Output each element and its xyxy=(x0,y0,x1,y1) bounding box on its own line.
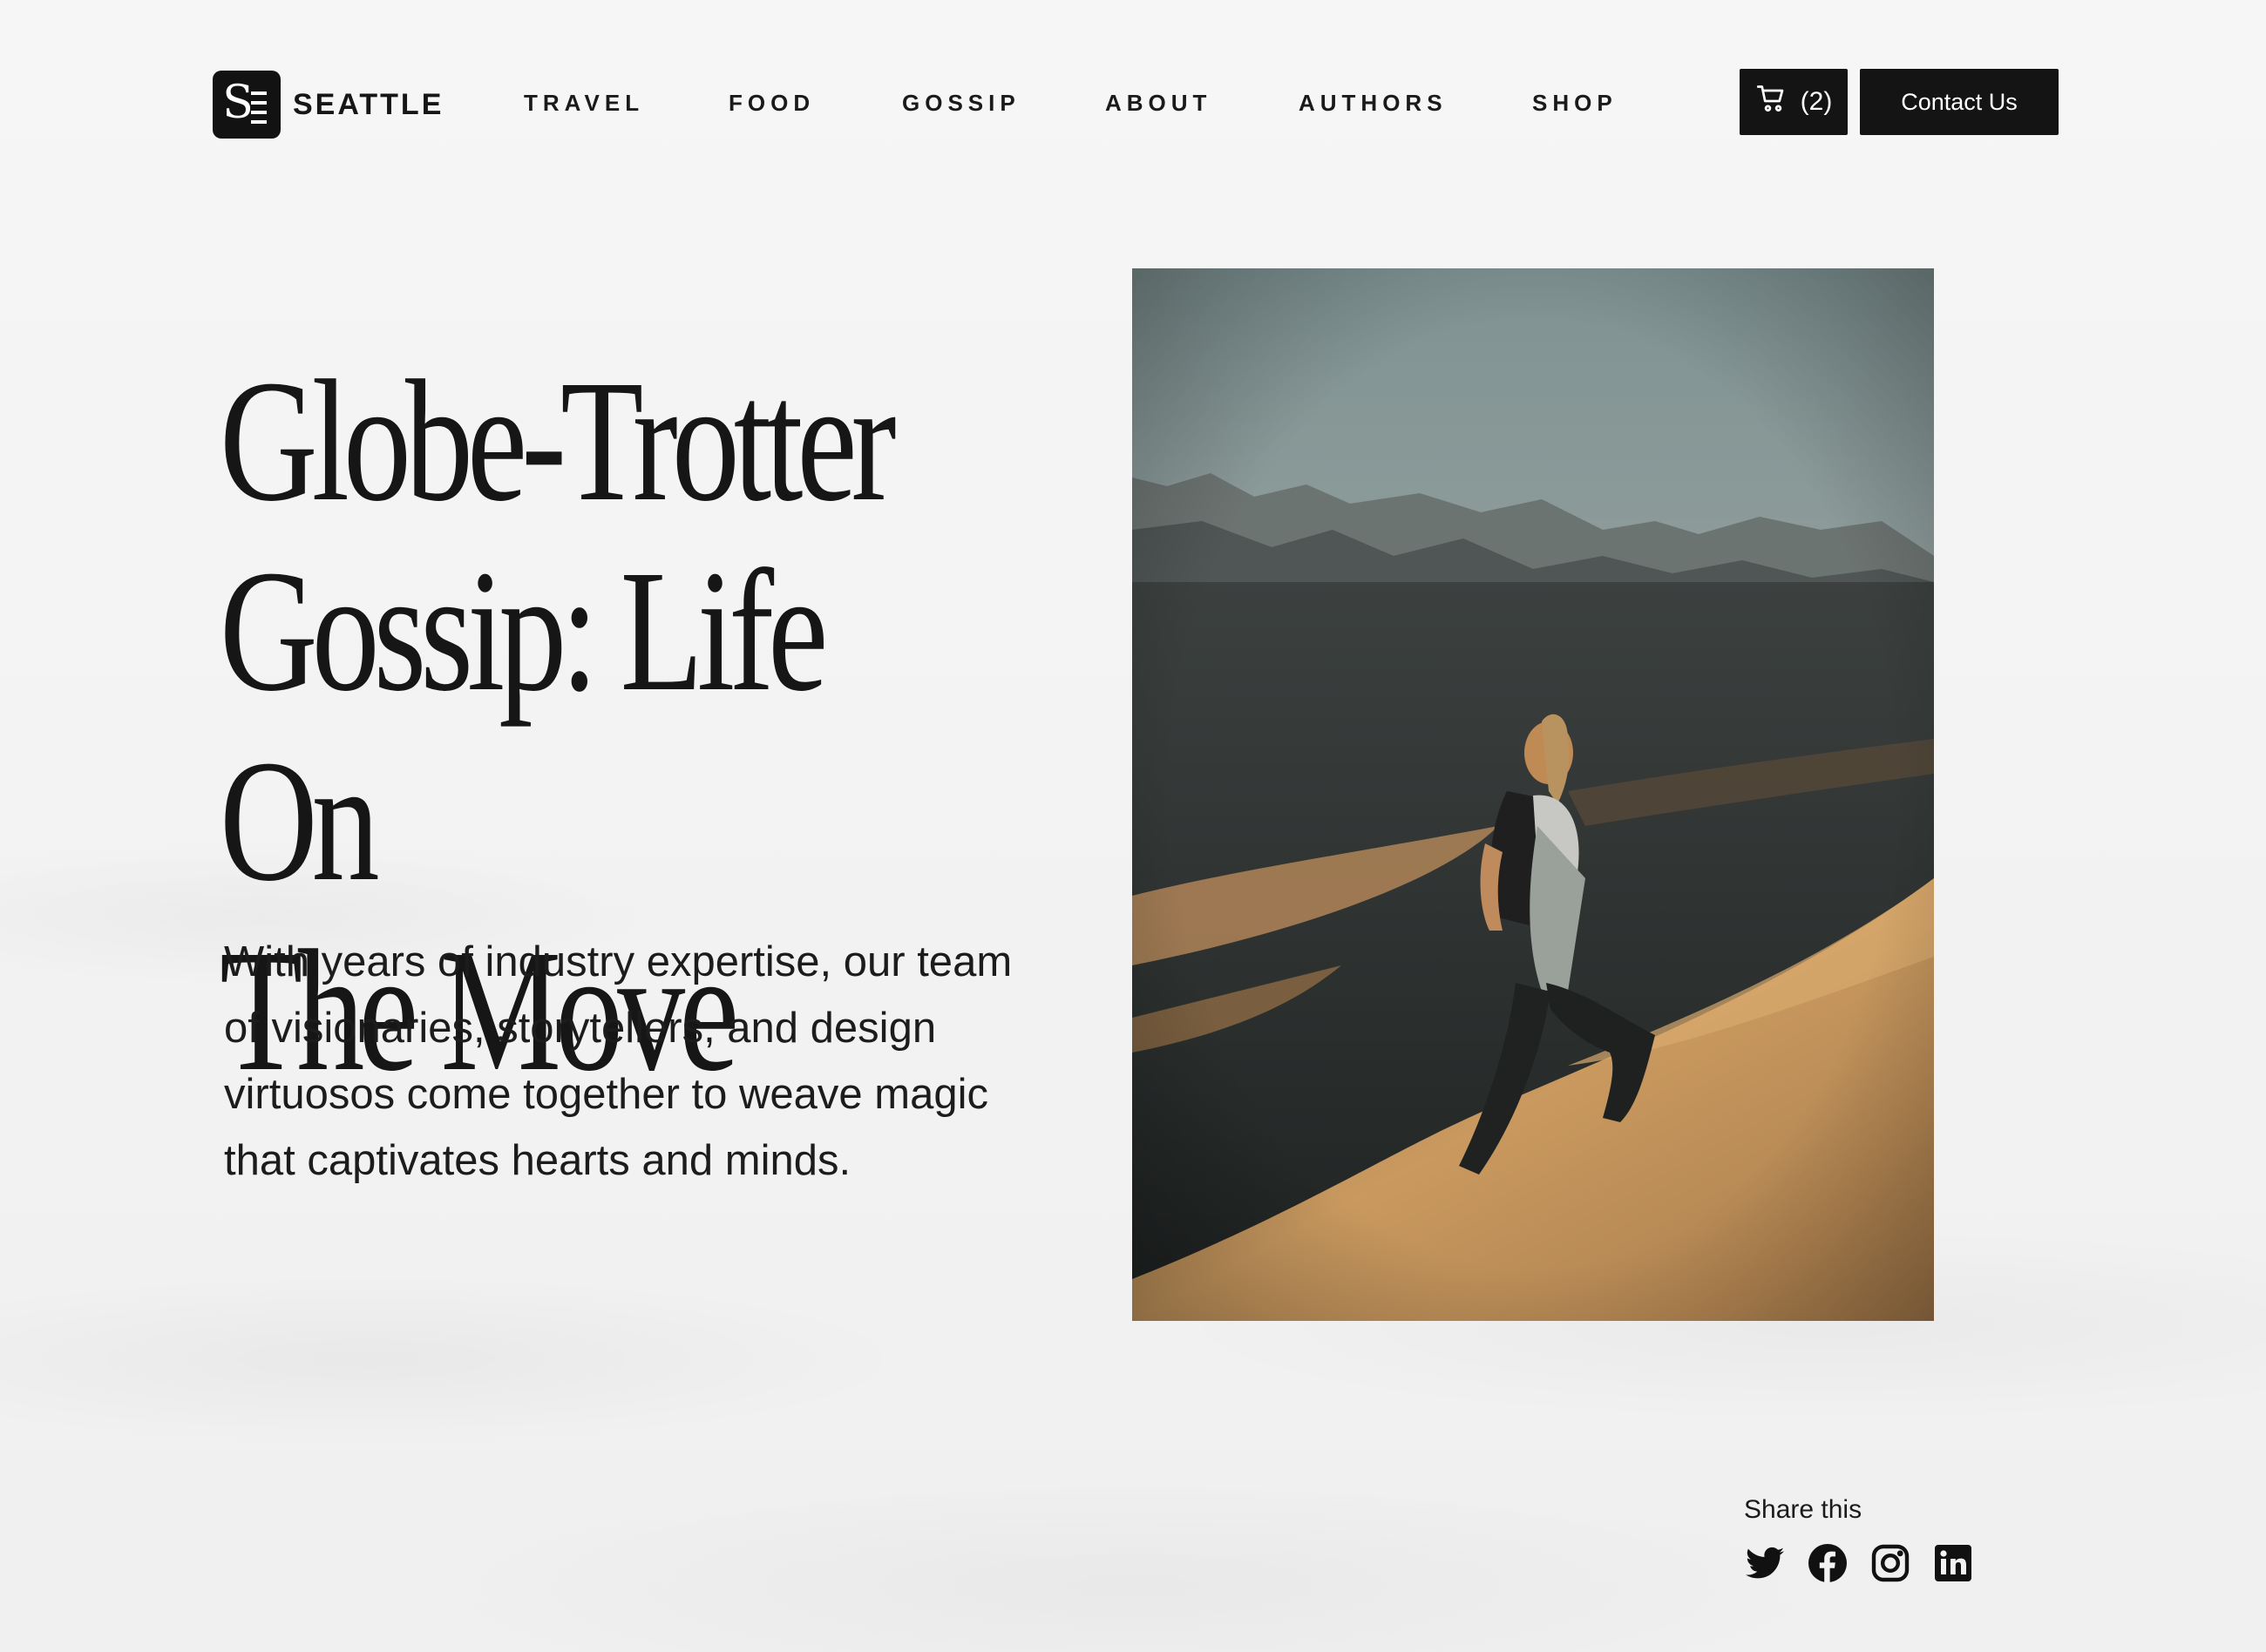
hero-description: With years of industry expertise, our te… xyxy=(224,938,1013,1184)
brand-logo[interactable]: S SEATTLE xyxy=(213,70,444,139)
logo-mark-icon: S xyxy=(213,71,281,139)
nav-item-food[interactable]: FOOD xyxy=(729,90,815,117)
share-label: Share this xyxy=(1744,1495,1862,1524)
share-icons xyxy=(1744,1542,1974,1584)
contact-us-button[interactable]: Contact Us xyxy=(1860,69,2059,135)
nav-item-shop[interactable]: SHOP xyxy=(1532,90,1618,117)
nav-item-authors[interactable]: AUTHORS xyxy=(1299,90,1448,117)
cart-button[interactable]: (2) xyxy=(1740,69,1848,135)
nav-item-gossip[interactable]: GOSSIP xyxy=(902,90,1021,117)
title-line-1: Globe-Trotter xyxy=(220,345,897,538)
nav-item-travel[interactable]: TRAVEL xyxy=(524,90,644,117)
logo-letter: S xyxy=(222,77,254,129)
hero-photo xyxy=(1132,268,1934,1321)
cart-icon xyxy=(1755,83,1788,121)
instagram-icon[interactable] xyxy=(1869,1542,1911,1584)
facebook-icon[interactable] xyxy=(1807,1542,1849,1584)
nav-item-about[interactable]: ABOUT xyxy=(1105,90,1211,117)
cart-count: (2) xyxy=(1800,87,1833,116)
linkedin-icon[interactable] xyxy=(1932,1542,1974,1584)
twitter-icon[interactable] xyxy=(1744,1542,1786,1584)
title-line-2: Gossip: Life On xyxy=(220,535,828,917)
brand-name: SEATTLE xyxy=(293,87,444,121)
